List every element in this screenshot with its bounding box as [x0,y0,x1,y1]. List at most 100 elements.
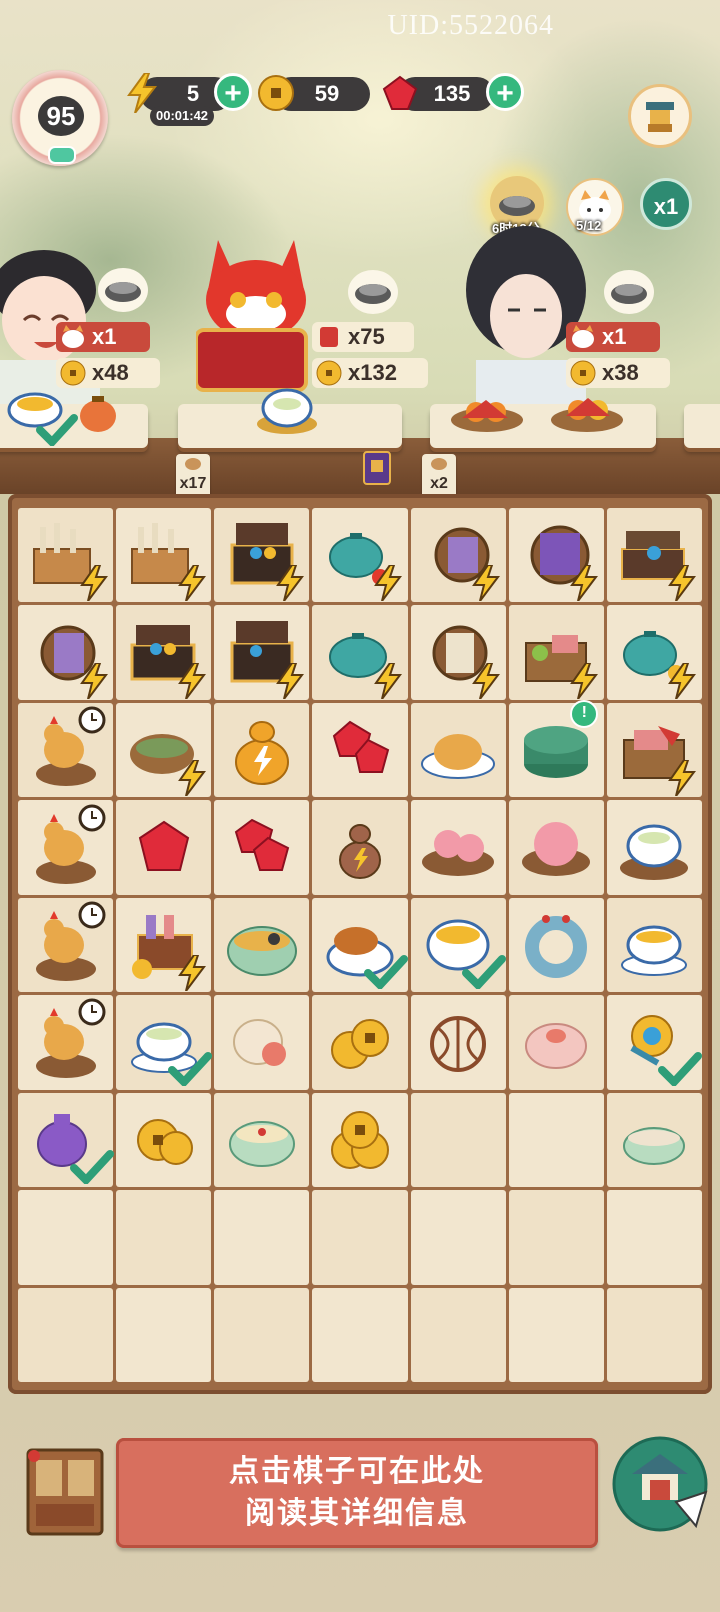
coin-stack-item[interactable] [320,1002,400,1082]
flower-cake-item[interactable] [516,808,596,888]
tea-cup-item[interactable] [124,1002,212,1087]
ruby-cluster-item[interactable] [320,710,400,790]
coin-pile-item[interactable] [320,1100,400,1180]
gift-chest-item[interactable] [124,905,206,991]
board-cell[interactable] [508,800,604,895]
pig-bun-item[interactable] [516,1002,596,1082]
board-cell[interactable] [116,1287,212,1382]
board-cell[interactable] [508,897,604,993]
soup-bowl-item[interactable] [222,905,302,985]
board-cell[interactable] [410,800,506,895]
board-cell[interactable] [18,897,114,993]
board-cell[interactable] [18,995,114,1090]
silk-loom-item[interactable] [516,515,599,602]
board-cell[interactable] [312,1190,408,1285]
tea-cup-set-item[interactable] [614,808,694,888]
hen-nest-item[interactable] [26,706,106,790]
storage-cabinet-button[interactable] [22,1442,108,1538]
board-cell[interactable] [410,1190,506,1285]
board-cell[interactable] [508,1092,604,1188]
board-cell[interactable] [18,702,114,798]
board-cell[interactable] [18,1287,114,1382]
board-cell[interactable] [606,605,702,700]
board-cell[interactable] [214,605,310,700]
jade-hairpin-item[interactable] [614,1002,703,1087]
fruit-crate-item[interactable] [516,613,599,699]
silk-loom-item[interactable] [418,515,501,602]
board-cell[interactable] [312,800,408,895]
teapot-set-item[interactable] [320,515,402,602]
board-cell[interactable] [508,1287,604,1382]
board-cell[interactable] [214,1287,310,1382]
rice-dumpling-item[interactable] [222,1002,302,1082]
board-cell[interactable] [116,800,212,895]
board-cell[interactable] [312,702,408,798]
board-cell[interactable] [214,508,310,603]
purple-pouch-item[interactable] [26,1100,114,1184]
customer-red-fox[interactable] [194,230,316,400]
scroll-brush-set-item[interactable] [124,515,206,602]
ruby-item[interactable] [124,808,204,888]
board-cell[interactable] [18,508,114,603]
board-cell[interactable] [410,508,506,603]
hen-nest-item[interactable] [26,998,106,1082]
roast-chicken-item[interactable] [418,710,498,790]
board-cell[interactable] [18,605,114,700]
board-cell[interactable] [214,995,310,1090]
scroll-brush-set-item[interactable] [26,515,108,602]
board-cell[interactable] [606,1190,702,1285]
board-cell[interactable] [116,897,212,993]
herb-basket-item[interactable] [124,710,206,797]
board-cell[interactable] [410,995,506,1090]
board-cell[interactable] [606,1092,702,1188]
board-cell[interactable] [508,995,604,1090]
board-cell[interactable] [606,1287,702,1382]
add-gems-button[interactable]: + [486,73,524,111]
player-level-badge[interactable]: 95 [12,70,108,166]
board-cell[interactable] [312,995,408,1090]
golden-gourd-energy-item[interactable] [222,710,302,790]
board-cell[interactable] [214,1092,310,1188]
multiplier-button[interactable]: x1 [640,178,692,230]
shop-button[interactable] [628,84,692,148]
flower-cake-plate-item[interactable] [418,808,498,888]
jewel-chest-item[interactable] [222,515,304,602]
board-cell[interactable] [214,702,310,798]
silk-loom-item[interactable] [26,613,108,699]
brown-gourd-energy-item[interactable] [320,808,400,888]
board-cell[interactable] [116,1190,212,1285]
jewel-chest-item[interactable] [222,613,304,699]
board-cell[interactable] [116,995,212,1090]
board-cell[interactable] [312,605,408,700]
board-cell[interactable] [18,1190,114,1285]
board-cell[interactable] [410,1092,506,1188]
board-cell[interactable] [214,800,310,895]
board-cell[interactable]: ! [508,700,604,798]
board-cell[interactable] [214,1190,310,1285]
hen-nest-item[interactable] [26,901,106,985]
board-cell[interactable] [410,897,507,993]
order-card-icon[interactable] [362,448,396,488]
flower-soup-bowl-item[interactable] [418,905,507,989]
loom-item[interactable] [418,613,501,699]
jade-box-item[interactable]: ! [516,700,599,790]
board-cell[interactable] [606,702,702,798]
fruit-crate-item[interactable] [614,710,697,797]
board-cell[interactable] [410,1287,506,1382]
board-cell[interactable] [116,1092,212,1188]
board-cell[interactable] [18,800,114,895]
board-cell[interactable] [410,605,506,700]
board-cell[interactable] [116,605,212,700]
jewel-box-item[interactable] [614,515,697,602]
board-cell[interactable] [116,702,212,798]
board-cell[interactable] [606,995,703,1090]
board-cell[interactable] [508,508,604,603]
teapot-set-item[interactable] [614,613,697,699]
board-cell[interactable] [312,897,408,993]
hen-nest-item[interactable] [26,804,106,888]
add-energy-button[interactable]: + [214,73,252,111]
board-cell[interactable] [312,1287,408,1382]
coin-pair-item[interactable] [124,1100,204,1180]
tea-cup-item[interactable] [614,905,694,985]
jewel-chest-item[interactable] [124,613,206,699]
